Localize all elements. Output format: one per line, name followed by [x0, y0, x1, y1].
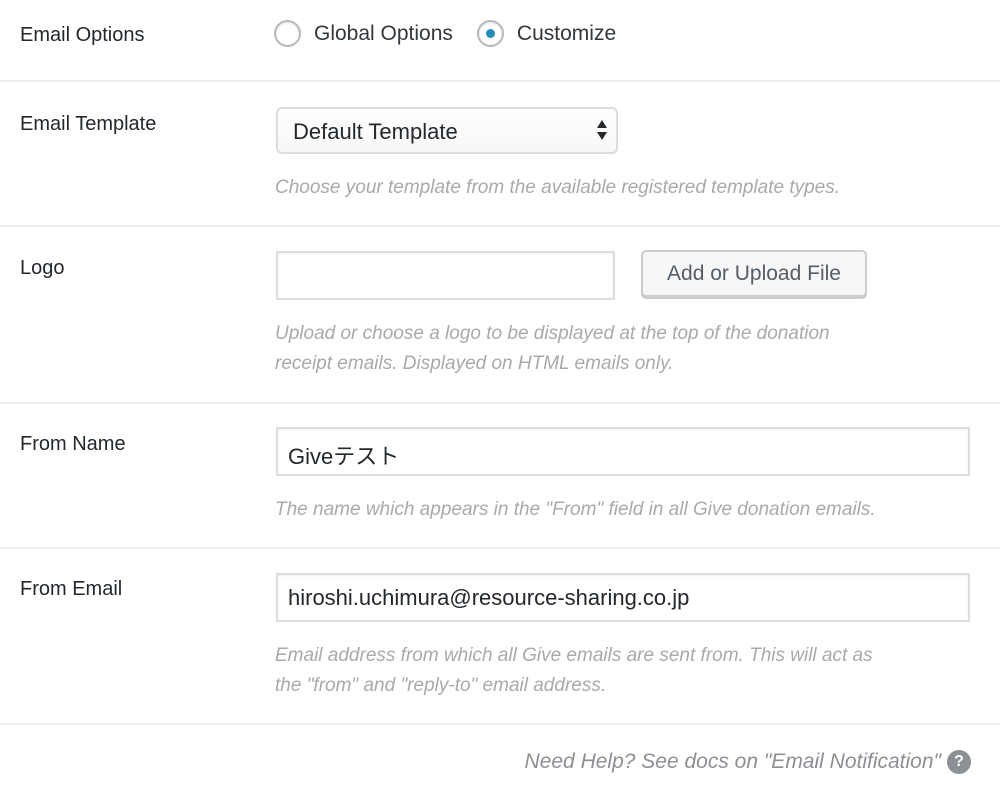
question-circle-icon[interactable]: ? — [947, 750, 971, 774]
from-name-label: From Name — [20, 433, 126, 455]
customize-radio[interactable] — [476, 20, 504, 47]
email-template-selected-value: Default Template — [293, 119, 458, 144]
from-email-description-line2: the "from" and "reply-to" email address. — [275, 675, 607, 696]
global-options-radio-label[interactable]: Global Options — [314, 22, 453, 46]
email-template-select[interactable]: Default Template — [276, 107, 618, 154]
from-name-row: From Name — [0, 404, 1000, 549]
help-docs-link[interactable]: Need Help? See docs on "Email Notificati… — [525, 750, 971, 774]
logo-url-input[interactable] — [276, 251, 615, 300]
logo-description-line1: Upload or choose a logo to be displayed … — [275, 323, 830, 344]
email-template-row: Email Template — [0, 82, 1000, 227]
email-options-radio-group: Global Options Customize — [274, 20, 616, 47]
logo-description-line2: receipt emails. Displayed on HTML emails… — [275, 353, 674, 374]
email-template-description: Choose your template from the available … — [275, 177, 841, 198]
help-docs-text[interactable]: Need Help? See docs on "Email Notificati… — [525, 750, 941, 774]
from-name-input[interactable]: Giveテスト — [276, 427, 970, 476]
from-email-label: From Email — [20, 578, 123, 600]
email-template-label: Email Template — [20, 113, 157, 135]
customize-radio-label[interactable]: Customize — [517, 22, 616, 46]
from-email-input[interactable]: hiroshi.uchimura@resource-sharing.co.jp — [276, 573, 970, 622]
email-options-row: Email Options Global Options Customize — [0, 0, 1000, 82]
from-email-description-line1: Email address from which all Give emails… — [275, 645, 873, 666]
logo-label: Logo — [20, 257, 65, 279]
select-arrows-icon — [596, 118, 608, 142]
global-options-radio[interactable] — [274, 20, 301, 47]
add-or-upload-file-button[interactable]: Add or Upload File — [641, 250, 867, 297]
email-options-label: Email Options — [20, 24, 145, 46]
from-name-description: The name which appears in the "From" fie… — [275, 499, 876, 520]
